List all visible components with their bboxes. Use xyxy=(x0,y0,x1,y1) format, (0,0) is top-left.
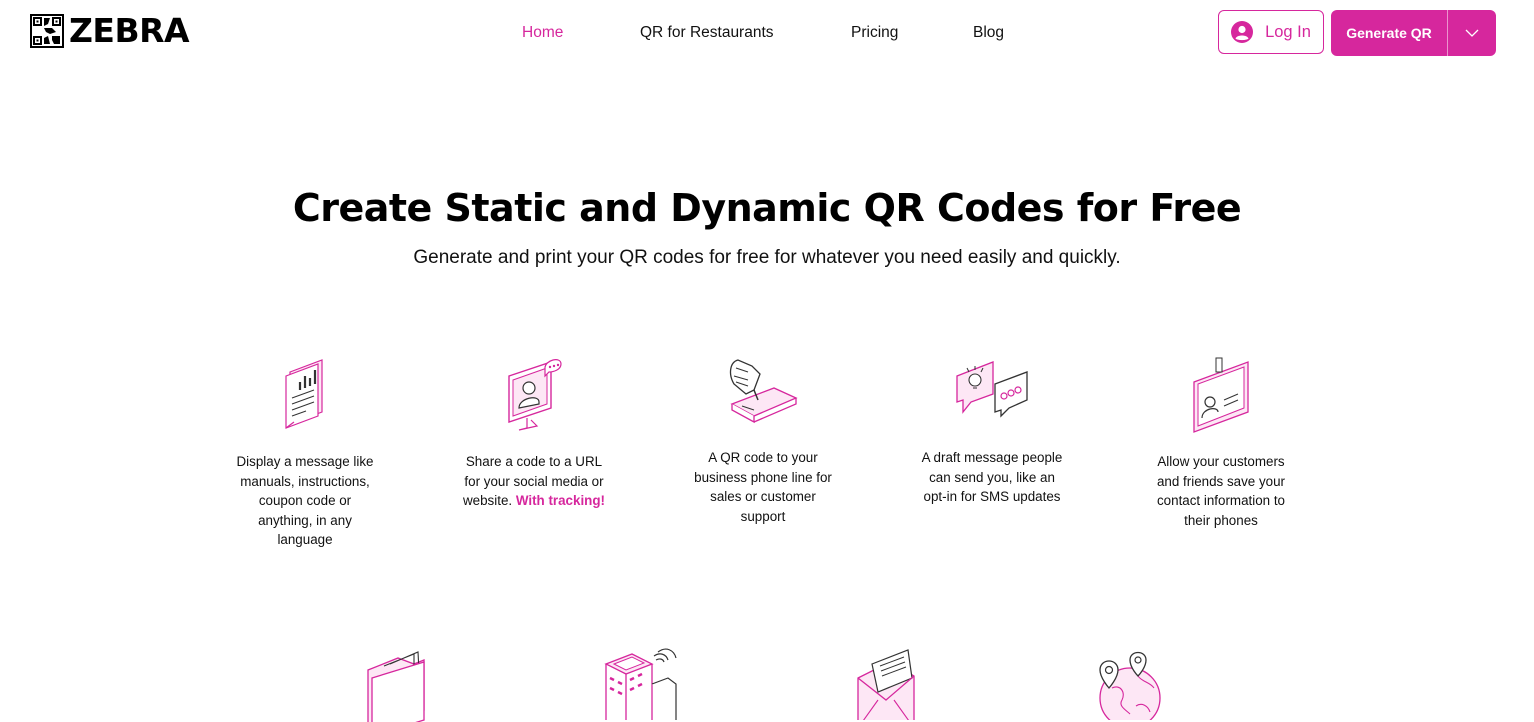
id-badge-icon xyxy=(1193,357,1249,433)
feature-card-url[interactable]: Share a code to a URL for your social me… xyxy=(459,356,609,511)
generate-qr-button[interactable]: Generate QR xyxy=(1331,10,1448,56)
feature-text: Display a message like manuals, instruct… xyxy=(236,454,374,547)
folder-files-icon xyxy=(367,651,425,722)
tracking-highlight: With tracking! xyxy=(515,493,605,508)
login-button[interactable]: Log In xyxy=(1218,10,1324,54)
chevron-down-icon xyxy=(1465,29,1479,37)
feature-text: A draft message people can send you, lik… xyxy=(921,450,1063,504)
nav-blog[interactable]: Blog xyxy=(973,24,1004,42)
feature-text: Allow your customers and friends save yo… xyxy=(1156,454,1286,528)
globe-location-icon xyxy=(1099,651,1161,720)
envelope-letter-icon xyxy=(857,649,915,720)
page-title: Create Static and Dynamic QR Codes for F… xyxy=(292,186,1242,230)
feature-card-contact[interactable]: Allow your customers and friends save yo… xyxy=(1146,356,1296,530)
user-avatar-icon xyxy=(1231,21,1254,43)
feature-card-sms[interactable]: A draft message people can send you, lik… xyxy=(917,354,1067,507)
speech-bubbles-icon xyxy=(956,361,1028,418)
nav-qr-for-restaurants[interactable]: QR for Restaurants xyxy=(640,24,774,42)
document-chart-icon xyxy=(285,359,323,429)
feature-card-phone[interactable]: A QR code to your business phone line fo… xyxy=(688,354,838,526)
page-subtitle: Generate and print your QR codes for fre… xyxy=(413,247,1121,268)
feature-card-message[interactable]: Display a message like manuals, instruct… xyxy=(230,356,380,550)
nav-pricing[interactable]: Pricing xyxy=(851,24,898,42)
monitor-profile-chat-icon xyxy=(508,359,562,431)
nav-home[interactable]: Home xyxy=(522,24,563,42)
hand-phone-icon xyxy=(729,359,798,424)
login-label: Log In xyxy=(1265,22,1311,41)
building-wifi-icon xyxy=(604,648,677,720)
generate-qr-split-button: Generate QR xyxy=(1331,10,1496,56)
generate-qr-dropdown[interactable] xyxy=(1448,10,1496,56)
feature-text: A QR code to your business phone line fo… xyxy=(694,450,832,524)
feature-text: Share a code to a URL for your social me… xyxy=(462,454,605,508)
